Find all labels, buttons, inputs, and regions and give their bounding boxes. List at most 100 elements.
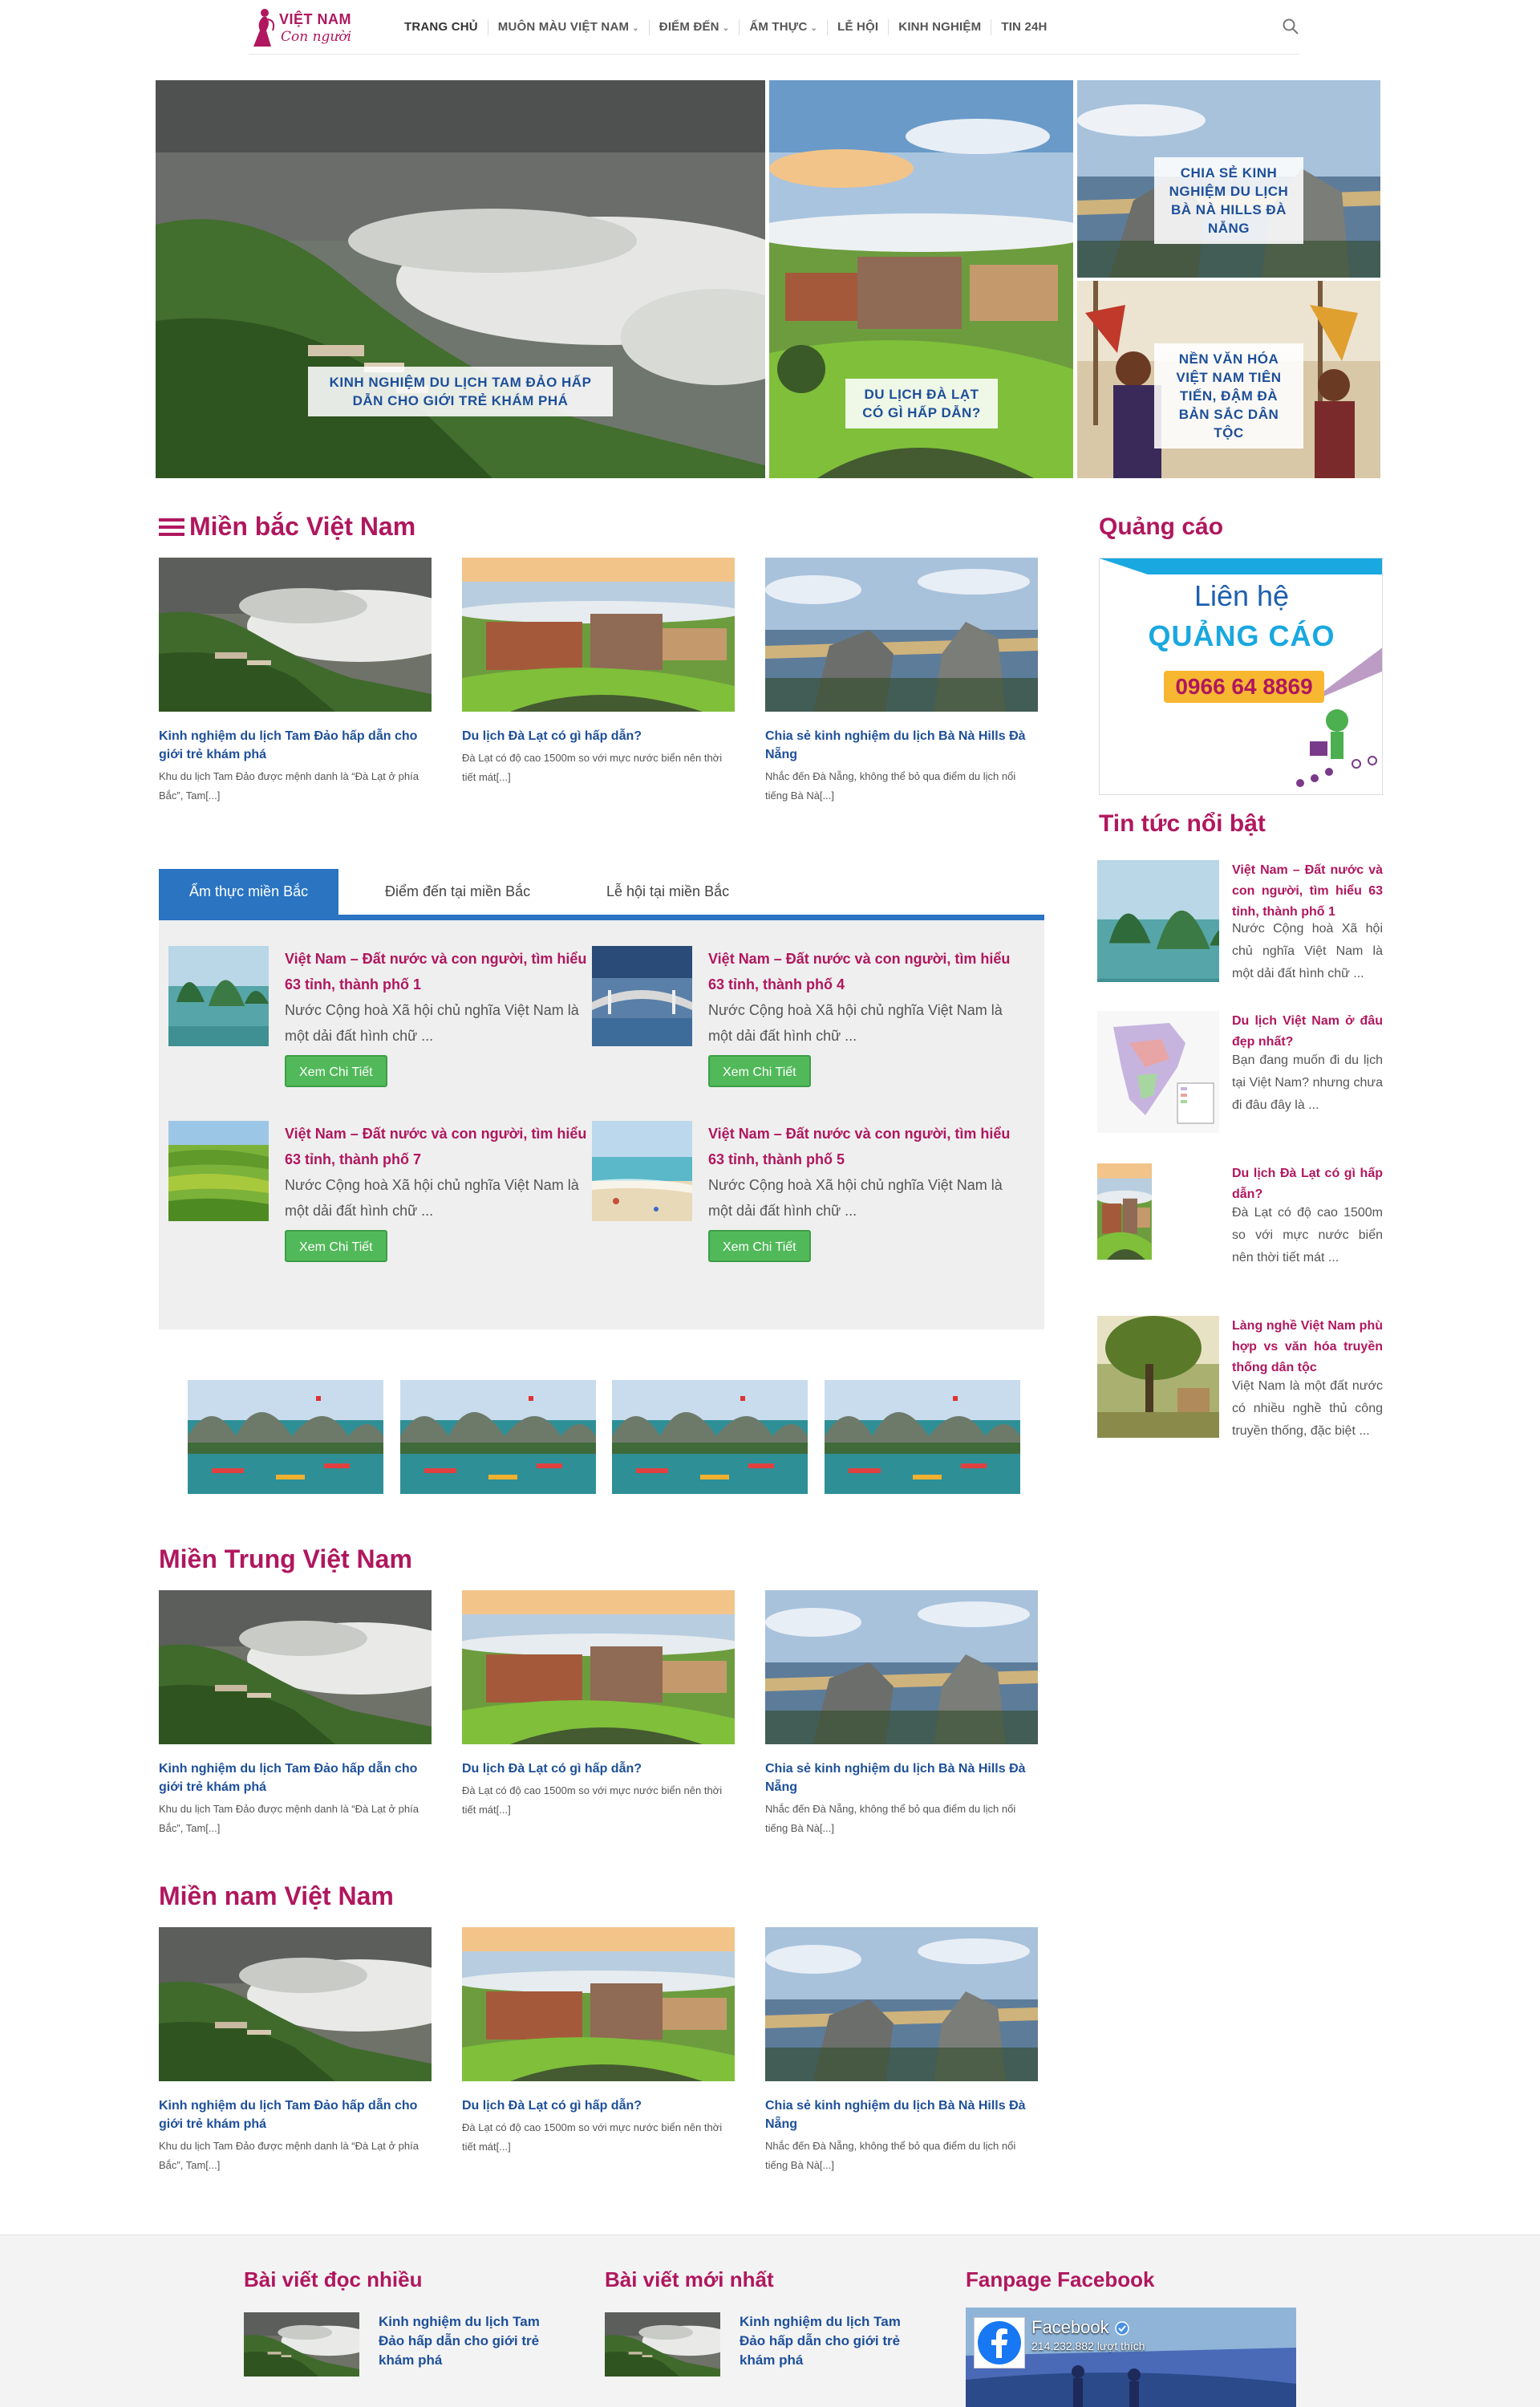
tab-item-excerpt: Nước Cộng hoà Xã hội chủ nghĩa Việt Nam … <box>708 1177 1003 1219</box>
nav-item[interactable]: MUÔN MÀU VIỆT NAM ⌄ <box>487 19 649 35</box>
article-thumbnail[interactable] <box>462 1590 735 1744</box>
nav-item[interactable]: LỄ HỘI <box>827 19 888 35</box>
view-detail-button[interactable]: Xem Chi Tiết <box>285 1055 387 1087</box>
article-title[interactable]: Chia sẻ kinh nghiệm du lịch Bà Nà Hills … <box>765 727 1038 764</box>
tab-bar: Ẩm thực miền Bắc Điểm đến tại miền Bắc L… <box>159 869 1044 920</box>
featured-news-title[interactable]: Việt Nam – Đất nước và con người, tìm hi… <box>1232 860 1383 923</box>
article-excerpt: Nhắc đến Đà Nẵng, không thể bỏ qua điểm … <box>765 770 1016 802</box>
article-card[interactable]: Du lịch Đà Lạt có gì hấp dẫn? Đà Lạt có … <box>462 1590 735 1820</box>
article-card[interactable]: Chia sẻ kinh nghiệm du lịch Bà Nà Hills … <box>765 1590 1038 1838</box>
section-title-north: Miền bắc Việt Nam <box>159 512 415 542</box>
article-title[interactable]: Du lịch Đà Lạt có gì hấp dẫn? <box>462 727 735 745</box>
footer-item-title[interactable]: Kinh nghiệm du lịch Tam Đảo hấp dẫn cho … <box>379 2312 547 2370</box>
nav-item[interactable]: KINH NGHIỆM <box>888 19 991 35</box>
hero-caption[interactable]: CHIA SẺ KINH NGHIỆM DU LỊCH BÀ NÀ HILLS … <box>1154 157 1303 244</box>
hero-caption[interactable]: KINH NGHIỆM DU LỊCH TAM ĐẢO HẤP DẪN CHO … <box>308 367 613 416</box>
nav-item[interactable]: ĐIỂM ĐẾN ⌄ <box>648 19 740 35</box>
facebook-page-name[interactable]: Facebook <box>1031 2317 1109 2338</box>
footer-item-thumbnail[interactable] <box>605 2312 720 2377</box>
featured-news-title[interactable]: Du lịch Việt Nam ở đâu đẹp nhất? <box>1232 1011 1383 1053</box>
hero-tile-tam-dao[interactable]: KINH NGHIỆM DU LỊCH TAM ĐẢO HẤP DẪN CHO … <box>156 80 765 478</box>
ad-banner[interactable]: Liên hệ QUẢNG CÁO 0966 64 8869 <box>1099 558 1383 795</box>
tab-item-excerpt: Nước Cộng hoà Xã hội chủ nghĩa Việt Nam … <box>285 1177 579 1219</box>
nav-item-label: ẨM THỰC <box>749 20 808 34</box>
article-thumbnail[interactable] <box>765 558 1038 712</box>
article-title[interactable]: Kinh nghiệm du lịch Tam Đảo hấp dẫn cho … <box>159 2096 432 2133</box>
tab-am-thuc[interactable]: Ẩm thực miền Bắc <box>159 869 339 915</box>
featured-news-title[interactable]: Làng nghề Việt Nam phù hợp vs văn hóa tr… <box>1232 1316 1383 1378</box>
tab-item-thumbnail[interactable] <box>592 1121 692 1221</box>
footer-latest-item[interactable]: Kinh nghiệm du lịch Tam Đảo hấp dẫn cho … <box>605 2312 918 2377</box>
tab-item-excerpt: Nước Cộng hoà Xã hội chủ nghĩa Việt Nam … <box>285 1002 579 1044</box>
article-card[interactable]: Du lịch Đà Lạt có gì hấp dẫn? Đà Lạt có … <box>462 558 735 787</box>
nav-item[interactable]: ẨM THỰC ⌄ <box>739 19 827 35</box>
tab-item-title[interactable]: Việt Nam – Đất nước và con người, tìm hi… <box>708 1121 1013 1172</box>
hero-tile-ba-na[interactable]: CHIA SẺ KINH NGHIỆM DU LỊCH BÀ NÀ HILLS … <box>1077 80 1380 278</box>
article-thumbnail[interactable] <box>765 1590 1038 1744</box>
gallery-image[interactable] <box>188 1380 383 1494</box>
featured-news-item: Việt Nam – Đất nước và con người, tìm hi… <box>1097 860 1383 1005</box>
article-title[interactable]: Du lịch Đà Lạt có gì hấp dẫn? <box>462 1760 735 1778</box>
article-excerpt: Khu du lịch Tam Đảo được mệnh danh là “Đ… <box>159 2140 419 2171</box>
article-thumbnail[interactable] <box>159 558 432 712</box>
gallery-image[interactable] <box>400 1380 596 1494</box>
article-card[interactable]: Chia sẻ kinh nghiệm du lịch Bà Nà Hills … <box>765 1927 1038 2175</box>
tab-item-title[interactable]: Việt Nam – Đất nước và con người, tìm hi… <box>708 946 1013 997</box>
site-logo[interactable]: VIỆT NAM Con người <box>249 5 361 50</box>
tab-item-thumbnail[interactable] <box>168 1121 269 1221</box>
search-icon[interactable] <box>1282 18 1299 35</box>
tab-item-thumbnail[interactable] <box>592 946 692 1046</box>
tab-item-title[interactable]: Việt Nam – Đất nước và con người, tìm hi… <box>285 946 590 997</box>
article-thumbnail[interactable] <box>765 1927 1038 2081</box>
article-title[interactable]: Chia sẻ kinh nghiệm du lịch Bà Nà Hills … <box>765 1760 1038 1796</box>
hero-tile-da-lat[interactable]: DU LỊCH ĐÀ LẠT CÓ GÌ HẤP DẪN? <box>769 80 1073 478</box>
hero-image-tam-dao <box>156 80 765 478</box>
article-title[interactable]: Du lịch Đà Lạt có gì hấp dẫn? <box>462 2096 735 2115</box>
footer-fanpage-title: Fanpage Facebook <box>966 2267 1155 2291</box>
gallery-image[interactable] <box>612 1380 808 1494</box>
woman-logo-icon <box>253 9 275 47</box>
featured-news-thumbnail[interactable] <box>1097 1011 1219 1133</box>
view-detail-button[interactable]: Xem Chi Tiết <box>708 1055 811 1087</box>
article-card[interactable]: Kinh nghiệm du lịch Tam Đảo hấp dẫn cho … <box>159 558 432 806</box>
article-title[interactable]: Chia sẻ kinh nghiệm du lịch Bà Nà Hills … <box>765 2096 1038 2133</box>
tab-item-thumbnail[interactable] <box>168 946 269 1046</box>
hero-caption[interactable]: NỀN VĂN HÓA VIỆT NAM TIÊN TIẾN, ĐẬM ĐÀ B… <box>1154 343 1303 449</box>
nav-item-label: LỄ HỘI <box>837 20 879 34</box>
nav-item-label: TIN 24H <box>1001 20 1048 34</box>
tab-item-title[interactable]: Việt Nam – Đất nước và con người, tìm hi… <box>285 1121 590 1172</box>
featured-news-thumbnail[interactable] <box>1097 860 1219 982</box>
tab-item-excerpt: Nước Cộng hoà Xã hội chủ nghĩa Việt Nam … <box>708 1002 1003 1044</box>
view-detail-button[interactable]: Xem Chi Tiết <box>708 1230 811 1262</box>
footer-item-title[interactable]: Kinh nghiệm du lịch Tam Đảo hấp dẫn cho … <box>740 2312 908 2370</box>
ad-phone[interactable]: 0966 64 8869 <box>1164 671 1324 703</box>
featured-news-title[interactable]: Du lịch Đà Lạt có gì hấp dẫn? <box>1232 1163 1383 1205</box>
ad-line2: QUẢNG CÁO <box>1148 619 1335 652</box>
article-card[interactable]: Kinh nghiệm du lịch Tam Đảo hấp dẫn cho … <box>159 1927 432 2175</box>
featured-news-thumbnail[interactable] <box>1097 1163 1219 1285</box>
nav-item[interactable]: TIN 24H <box>991 19 1056 35</box>
article-title[interactable]: Kinh nghiệm du lịch Tam Đảo hấp dẫn cho … <box>159 1760 432 1796</box>
hero-tile-van-hoa[interactable]: NỀN VĂN HÓA VIỆT NAM TIÊN TIẾN, ĐẬM ĐÀ B… <box>1077 281 1380 478</box>
article-thumbnail[interactable] <box>462 1927 735 2081</box>
article-card[interactable]: Kinh nghiệm du lịch Tam Đảo hấp dẫn cho … <box>159 1590 432 1838</box>
article-thumbnail[interactable] <box>159 1927 432 2081</box>
article-excerpt: Khu du lịch Tam Đảo được mệnh danh là “Đ… <box>159 1803 419 1834</box>
footer-item-thumbnail[interactable] <box>244 2312 359 2377</box>
tab-diem-den[interactable]: Điểm đến tại miền Bắc <box>355 869 561 915</box>
footer-popular-item[interactable]: Kinh nghiệm du lịch Tam Đảo hấp dẫn cho … <box>244 2312 557 2377</box>
view-detail-button[interactable]: Xem Chi Tiết <box>285 1230 387 1262</box>
gallery-image[interactable] <box>825 1380 1020 1494</box>
article-title[interactable]: Kinh nghiệm du lịch Tam Đảo hấp dẫn cho … <box>159 727 432 764</box>
facebook-page-widget[interactable]: Facebook 214.232.882 lượt thích <box>966 2308 1296 2407</box>
site-footer: Bài viết đọc nhiều Bài viết mới nhất Fan… <box>0 2234 1540 2407</box>
featured-news-thumbnail[interactable] <box>1097 1316 1219 1438</box>
article-thumbnail[interactable] <box>462 558 735 712</box>
article-card[interactable]: Chia sẻ kinh nghiệm du lịch Bà Nà Hills … <box>765 558 1038 806</box>
article-card[interactable]: Du lịch Đà Lạt có gì hấp dẫn? Đà Lạt có … <box>462 1927 735 2157</box>
article-thumbnail[interactable] <box>159 1590 432 1744</box>
hero-caption[interactable]: DU LỊCH ĐÀ LẠT CÓ GÌ HẤP DẪN? <box>845 379 998 428</box>
verified-badge-icon <box>1115 2321 1129 2336</box>
nav-item[interactable]: TRANG CHỦ <box>395 19 488 35</box>
tab-le-hoi[interactable]: Lễ hội tại miền Bắc <box>576 869 760 915</box>
